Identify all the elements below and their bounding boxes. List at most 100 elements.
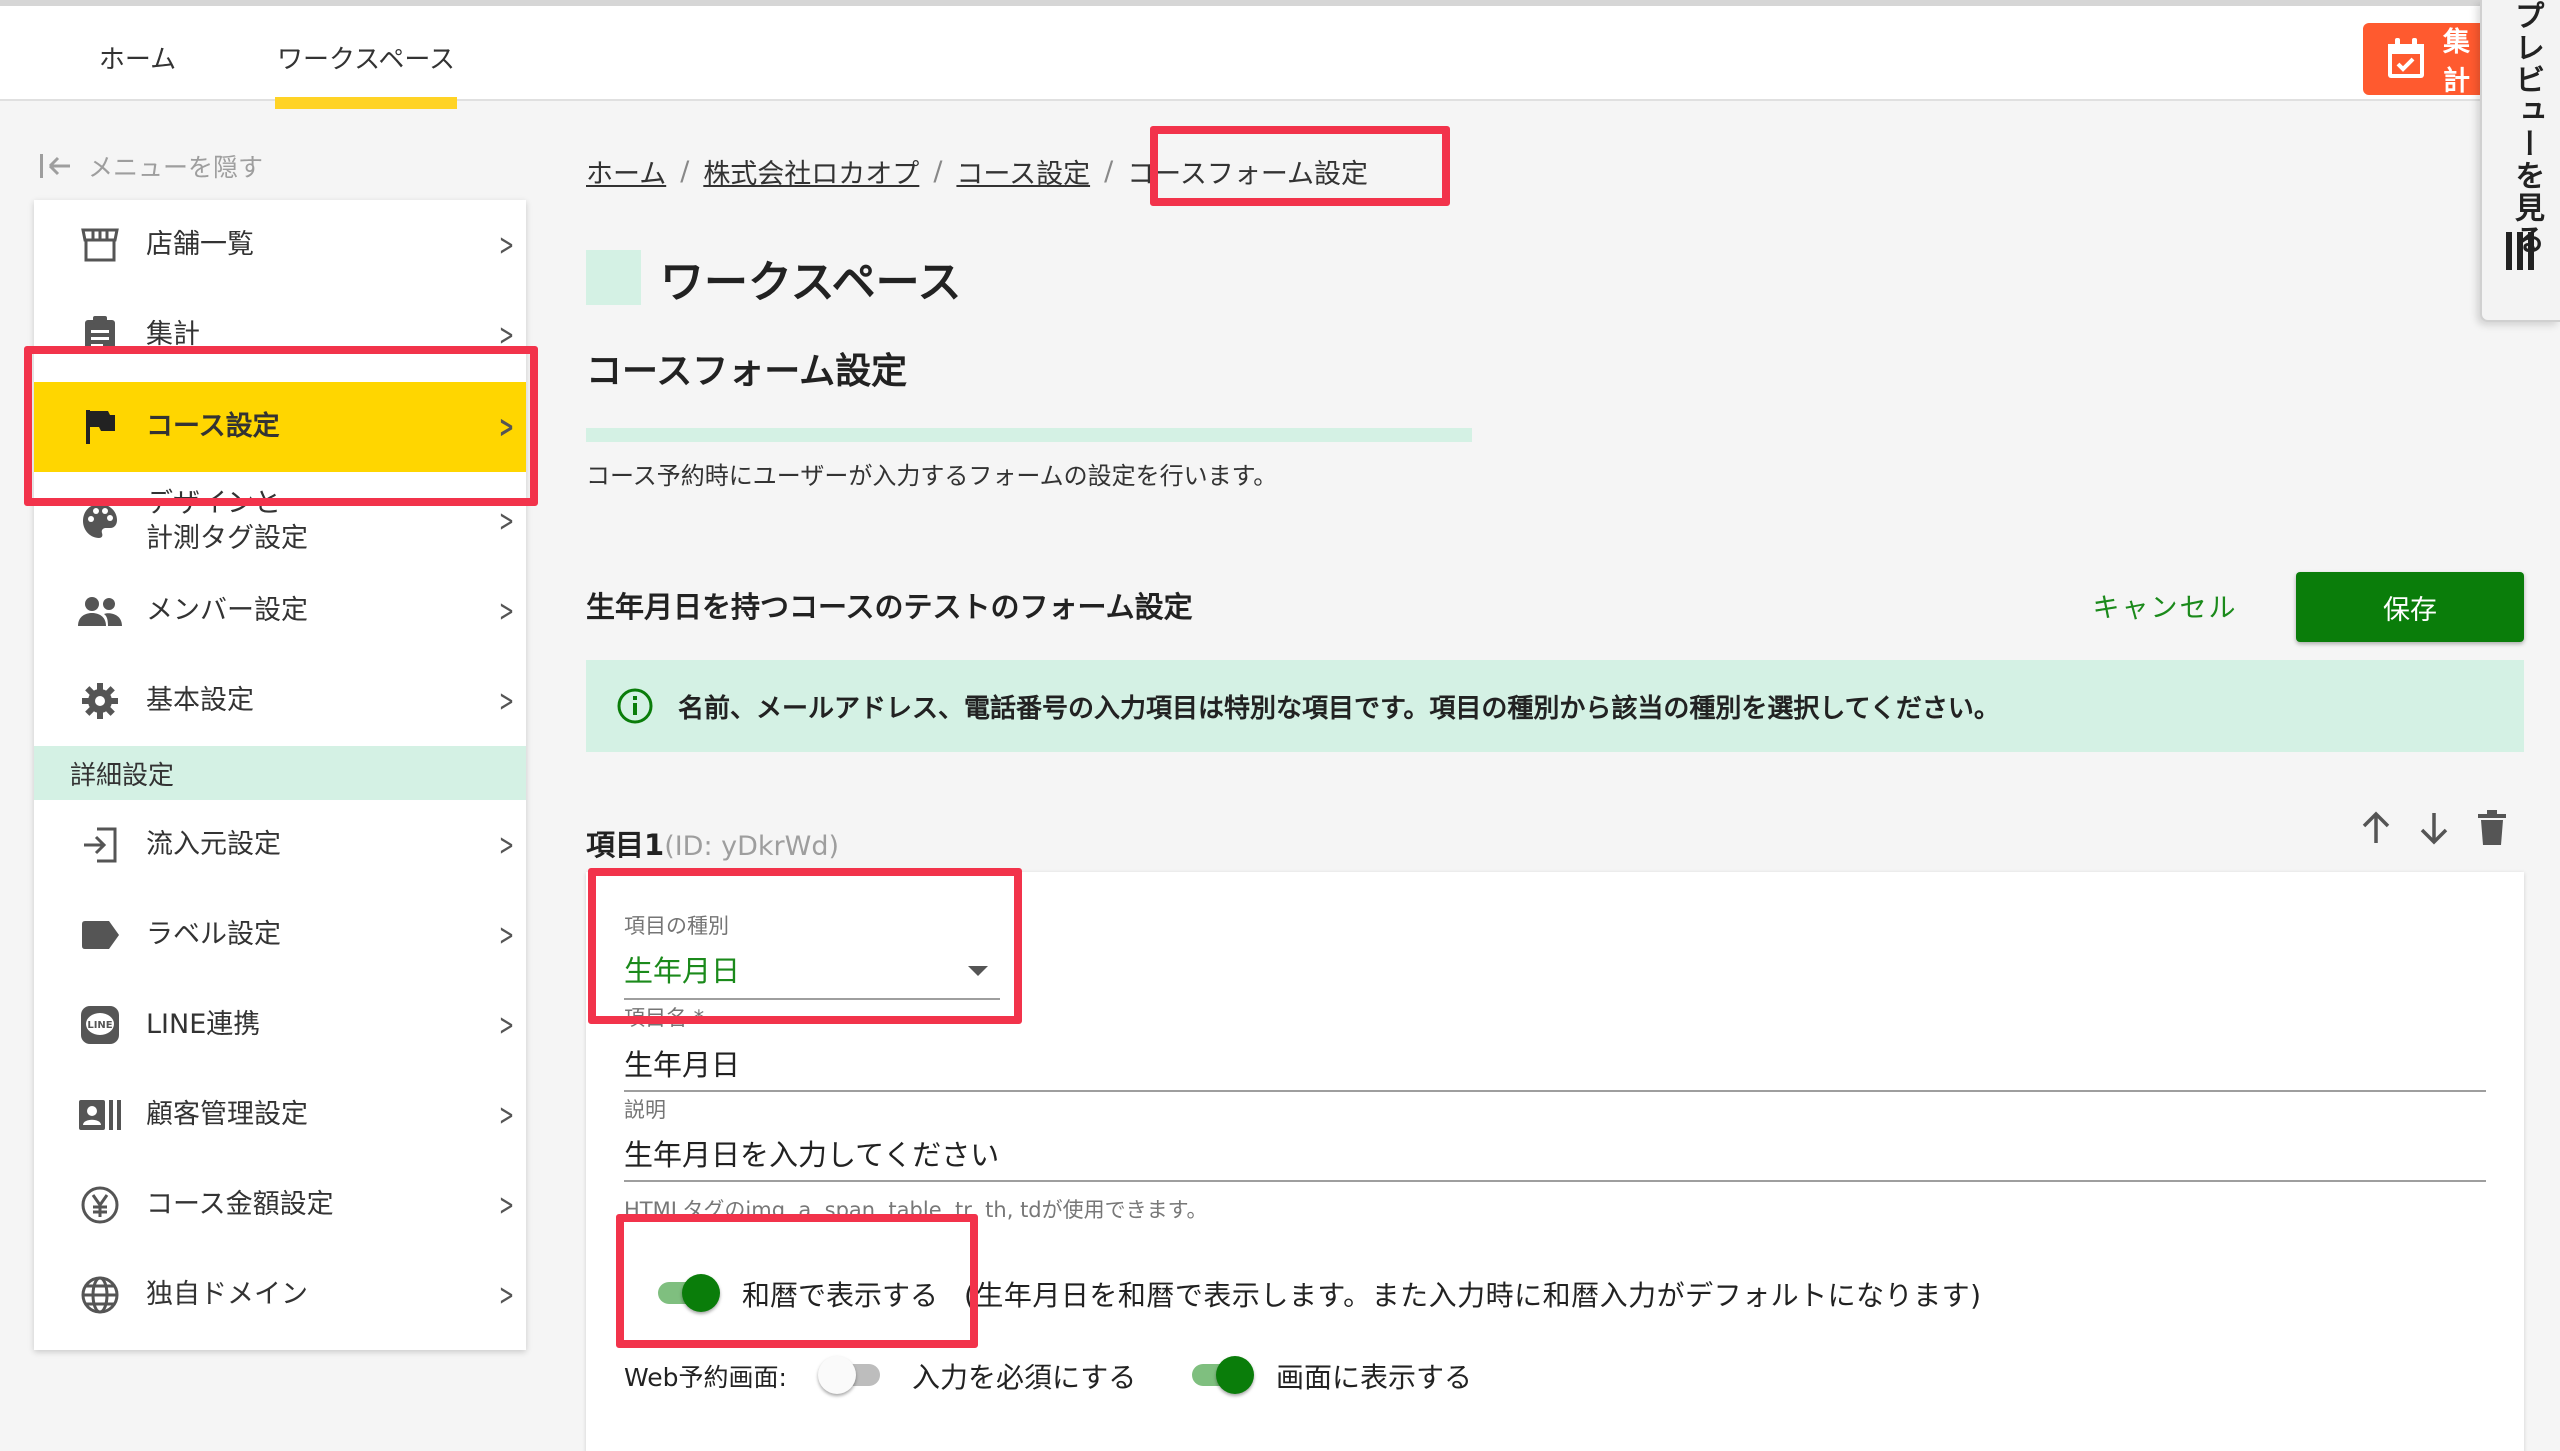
display-toggle[interactable] bbox=[1188, 1354, 1254, 1394]
sidebar-item-members[interactable]: メンバー設定 > bbox=[34, 566, 526, 656]
item-id: (ID: yDkrWd) bbox=[664, 831, 840, 862]
item-desc-underline bbox=[624, 1180, 2486, 1182]
cancel-button[interactable]: キャンセル bbox=[2070, 572, 2260, 638]
sidebar-item-label: コース金額設定 bbox=[146, 1189, 334, 1221]
sidebar-item-label: LINE連携 bbox=[146, 1009, 261, 1041]
breadcrumb-course-settings[interactable]: コース設定 bbox=[956, 152, 1090, 191]
japanese-era-note: (生年月日を和暦で表示します。また入力時に和暦入力がデフォルトになります) bbox=[964, 1279, 1982, 1312]
sidebar-item-label: 店舗一覧 bbox=[146, 229, 254, 261]
item-type-select[interactable]: 生年月日 bbox=[624, 948, 740, 990]
breadcrumb-separator: / bbox=[1104, 155, 1114, 187]
sidebar: 店舗一覧 > 集計 > コース設定 > デザインと 計測タグ設定 > メンバー設… bbox=[34, 200, 526, 1350]
sidebar-item-label: 集計 bbox=[146, 319, 200, 351]
sidebar-section-detail: 詳細設定 bbox=[34, 746, 526, 800]
info-message: 名前、メールアドレス、電話番号の入力項目は特別な項目です。項目の種別から該当の種… bbox=[678, 693, 2000, 724]
item-number: 項目1 bbox=[586, 828, 665, 862]
sidebar-item-basic-settings[interactable]: 基本設定 > bbox=[34, 656, 526, 746]
clipboard-icon bbox=[78, 313, 122, 357]
chevron-right-icon: > bbox=[499, 1277, 515, 1313]
breadcrumb-home[interactable]: ホーム bbox=[586, 152, 666, 191]
sidebar-item-label: 流入元設定 bbox=[146, 829, 281, 861]
chevron-right-icon: > bbox=[499, 917, 515, 953]
japanese-era-label: 和暦で表示する bbox=[742, 1279, 939, 1312]
sidebar-item-label: 基本設定 bbox=[146, 685, 254, 717]
sidebar-item-course-settings[interactable]: コース設定 > bbox=[34, 382, 526, 472]
yen-icon bbox=[78, 1183, 122, 1227]
contacts-icon bbox=[78, 1093, 122, 1137]
breadcrumb-separator: / bbox=[933, 155, 943, 187]
sidebar-item-domain[interactable]: 独自ドメイン > bbox=[34, 1250, 526, 1340]
item-name-input[interactable]: 生年月日 bbox=[624, 1042, 740, 1084]
breadcrumb-current: コースフォーム設定 bbox=[1127, 158, 1369, 190]
form-title: 生年月日を持つコースのテストのフォーム設定 bbox=[586, 590, 1193, 624]
preview-side-tab[interactable]: プレビューを見る bbox=[2480, 0, 2560, 322]
trash-icon[interactable] bbox=[2474, 806, 2510, 850]
people-icon bbox=[78, 589, 122, 633]
item-desc-label: 説明 bbox=[624, 1098, 666, 1122]
save-button[interactable]: 保存 bbox=[2296, 572, 2524, 642]
sidebar-item-line[interactable]: LINE LINE連携 > bbox=[34, 980, 526, 1070]
arrow-up-icon[interactable] bbox=[2358, 806, 2394, 850]
label-icon bbox=[78, 913, 122, 957]
line-icon: LINE bbox=[78, 1003, 122, 1047]
japanese-era-toggle[interactable] bbox=[654, 1272, 720, 1312]
arrow-down-icon[interactable] bbox=[2416, 806, 2452, 850]
item-name-label: 項目名 * bbox=[624, 1006, 705, 1030]
hide-menu-button[interactable]: メニューを隠す bbox=[38, 148, 263, 184]
chevron-right-icon: > bbox=[499, 227, 515, 263]
required-toggle[interactable] bbox=[818, 1354, 884, 1394]
sidebar-item-label: メンバー設定 bbox=[146, 595, 308, 627]
top-navigation-bar: ホーム ワークスペース 集計 bbox=[0, 0, 2560, 109]
sidebar-item-aggregate[interactable]: 集計 > bbox=[34, 290, 526, 380]
sidebar-item-labels[interactable]: ラベル設定 > bbox=[34, 890, 526, 980]
palette-icon bbox=[78, 499, 122, 543]
gear-icon bbox=[78, 679, 122, 723]
sidebar-item-price[interactable]: コース金額設定 > bbox=[34, 1160, 526, 1250]
collapse-left-icon bbox=[40, 154, 70, 178]
svg-text:LINE: LINE bbox=[87, 1020, 112, 1031]
sidebar-item-customer[interactable]: 顧客管理設定 > bbox=[34, 1070, 526, 1160]
tab-home[interactable]: ホーム bbox=[70, 12, 205, 103]
aggregate-button[interactable]: 集計 bbox=[2363, 23, 2493, 95]
hide-menu-label: メニューを隠す bbox=[88, 153, 264, 182]
page-title: コースフォーム設定 bbox=[586, 351, 908, 392]
menu-icon bbox=[2506, 232, 2536, 270]
chevron-right-icon: > bbox=[499, 317, 515, 353]
sidebar-item-stores[interactable]: 店舗一覧 > bbox=[34, 200, 526, 290]
sidebar-item-referrer[interactable]: 流入元設定 > bbox=[34, 800, 526, 890]
chevron-right-icon: > bbox=[499, 409, 515, 445]
chevron-right-icon: > bbox=[499, 1187, 515, 1223]
info-banner: 名前、メールアドレス、電話番号の入力項目は特別な項目です。項目の種別から該当の種… bbox=[586, 660, 2524, 752]
item-actions bbox=[2358, 806, 2510, 850]
breadcrumb-company[interactable]: 株式会社ロカオプ bbox=[703, 152, 919, 191]
sidebar-item-design[interactable]: デザインと 計測タグ設定 > bbox=[34, 472, 526, 570]
chevron-right-icon: > bbox=[499, 1097, 515, 1133]
display-label: 画面に表示する bbox=[1276, 1361, 1473, 1394]
item-type-label: 項目の種別 bbox=[624, 914, 729, 938]
required-label: 入力を必須にする bbox=[912, 1361, 1137, 1394]
html-hint: HTMLタグのimg, a, span, table, tr, th, tdが使… bbox=[624, 1198, 1208, 1222]
breadcrumb-separator: / bbox=[680, 155, 690, 187]
title-underline bbox=[586, 428, 1472, 442]
sidebar-item-label: コース設定 bbox=[146, 411, 280, 443]
tab-workspace[interactable]: ワークスペース bbox=[275, 12, 457, 109]
chevron-right-icon: > bbox=[499, 1007, 515, 1043]
sidebar-item-label: ラベル設定 bbox=[146, 919, 281, 951]
globe-icon bbox=[78, 1273, 122, 1317]
dropdown-arrow-icon[interactable] bbox=[968, 966, 988, 976]
calendar-check-icon bbox=[2388, 38, 2424, 78]
sidebar-item-label: 顧客管理設定 bbox=[146, 1099, 308, 1131]
login-icon bbox=[78, 823, 122, 867]
item-title: 項目1(ID: yDkrWd) bbox=[586, 822, 839, 864]
workspace-title: ワークスペース bbox=[660, 257, 962, 308]
info-icon bbox=[617, 688, 653, 724]
breadcrumb: ホーム / 株式会社ロカオプ / コース設定 / コースフォーム設定 bbox=[586, 148, 1368, 194]
chevron-right-icon: > bbox=[499, 503, 515, 539]
flag-icon bbox=[78, 405, 122, 449]
sidebar-item-label: デザインと 計測タグ設定 bbox=[146, 487, 308, 554]
chevron-right-icon: > bbox=[499, 827, 515, 863]
sidebar-item-label: 独自ドメイン bbox=[146, 1279, 308, 1311]
item-name-underline bbox=[624, 1090, 2486, 1092]
item-desc-input[interactable]: 生年月日を入力してください bbox=[624, 1132, 999, 1174]
workspace-logo bbox=[586, 250, 641, 305]
